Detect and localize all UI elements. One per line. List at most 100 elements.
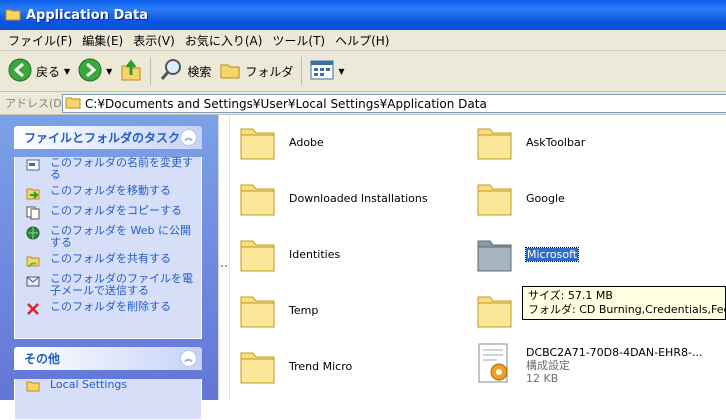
move-icon xyxy=(26,186,40,203)
up-folder-icon xyxy=(120,58,142,85)
task-label: このフォルダを削除する xyxy=(50,300,171,313)
task-label: このフォルダを共有する xyxy=(50,252,171,265)
forward-button[interactable]: ▼ xyxy=(78,55,112,87)
share-icon xyxy=(26,254,40,271)
views-button[interactable]: ▼ xyxy=(310,55,345,87)
search-icon xyxy=(159,58,183,85)
folder-icon xyxy=(477,121,513,164)
folder-name: Adobe xyxy=(289,136,324,149)
tasks-panel-header[interactable]: ファイルとフォルダのタスク ︽ xyxy=(14,126,202,149)
folder-item-adobe[interactable]: Adobe xyxy=(240,121,324,164)
task-rename[interactable]: このフォルダの名前を変更する xyxy=(15,157,201,181)
back-button[interactable]: 戻る ▼ xyxy=(8,55,70,87)
up-folder-button[interactable] xyxy=(120,55,142,87)
task-publish-web[interactable]: このフォルダを Web に公開する xyxy=(15,225,201,249)
address-input[interactable]: C:¥Documents and Settings¥User¥Local Set… xyxy=(62,94,726,113)
menu-file[interactable]: ファイル(F) xyxy=(8,32,72,49)
views-dropdown-icon[interactable]: ▼ xyxy=(338,67,344,76)
folder-name: Temp xyxy=(289,304,319,317)
folder-name: Identities xyxy=(289,248,341,261)
back-label: 戻る xyxy=(36,64,61,79)
tasks-panel-title: ファイルとフォルダのタスク xyxy=(24,131,181,145)
config-file-info: DCBC2A71-70D8-4DAN-EHR8-... 構成設定 12 KB xyxy=(526,346,702,385)
search-label: 検索 xyxy=(187,64,212,79)
address-bar: アドレス(D) C:¥Documents and Settings¥User¥L… xyxy=(0,92,726,115)
folder-item-microsoft[interactable]: Microsoft xyxy=(477,233,580,276)
task-label: このフォルダをコピーする xyxy=(50,204,182,217)
folder-icon xyxy=(26,380,40,395)
menu-bar: ファイル(F) 編集(E) 表示(V) お気に入り(A) ツール(T) ヘルプ(… xyxy=(0,30,726,51)
toolbar-separator xyxy=(150,57,152,85)
toolbar: 戻る ▼ ▼ 検索 フォルダ ▼ xyxy=(0,51,726,92)
config-file-gear-icon xyxy=(477,342,513,389)
menu-tools[interactable]: ツール(T) xyxy=(272,32,325,49)
toolbar-separator xyxy=(301,57,303,85)
folder-item-asktoolbar[interactable]: AskToolbar xyxy=(477,121,585,164)
file-item-config[interactable]: DCBC2A71-70D8-4DAN-EHR8-... 構成設定 12 KB xyxy=(477,342,702,389)
folder-name: Downloaded Installations xyxy=(289,192,428,205)
other-panel-title: その他 xyxy=(24,352,61,366)
address-value: C:¥Documents and Settings¥User¥Local Set… xyxy=(85,96,487,111)
folder-item-downloaded[interactable]: Downloaded Installations xyxy=(240,177,428,220)
folder-icon xyxy=(240,233,276,276)
folders-icon xyxy=(219,60,241,83)
menu-help[interactable]: ヘルプ(H) xyxy=(335,32,389,49)
splitter-grip xyxy=(221,265,227,275)
file-folder-tasks-panel: ファイルとフォルダのタスク ︽ このフォルダの名前を変更する このフォルダを移動… xyxy=(14,126,202,339)
collapse-chevron-icon[interactable]: ︽ xyxy=(180,350,197,367)
pane-splitter[interactable] xyxy=(218,115,230,400)
views-icon xyxy=(310,60,334,83)
back-dropdown-icon[interactable]: ▼ xyxy=(64,67,70,76)
folder-item-temp[interactable]: Temp xyxy=(240,289,318,332)
folder-tooltip: サイズ: 57.1 MB フォルダ: CD Burning,Credential… xyxy=(522,286,726,320)
other-local-settings[interactable]: Local Settings xyxy=(15,379,201,393)
delete-x-icon xyxy=(26,302,40,319)
email-icon xyxy=(26,274,40,291)
folder-icon xyxy=(477,289,513,332)
folder-name: Google xyxy=(526,192,565,205)
folder-icon xyxy=(5,7,21,24)
other-panel-header[interactable]: その他 ︽ xyxy=(14,347,202,370)
copy-icon xyxy=(26,206,40,223)
menu-favorites[interactable]: お気に入り(A) xyxy=(185,32,263,49)
tooltip-folders: フォルダ: CD Burning,Credentials,Feeds,I xyxy=(528,303,725,316)
file-size: 12 KB xyxy=(526,372,559,385)
folder-icon xyxy=(240,121,276,164)
task-label: このフォルダのファイルを電子メールで送信する xyxy=(50,272,193,297)
file-type: 構成設定 xyxy=(526,359,570,372)
menu-view[interactable]: 表示(V) xyxy=(133,32,175,49)
address-label: アドレス(D) xyxy=(5,97,67,110)
menu-edit[interactable]: 編集(E) xyxy=(82,32,123,49)
folders-label: フォルダ xyxy=(245,64,294,79)
title-bar: Application Data xyxy=(0,0,726,30)
folder-selected-icon xyxy=(477,233,513,276)
folder-item-identities[interactable]: Identities xyxy=(240,233,340,276)
task-copy[interactable]: このフォルダをコピーする xyxy=(15,204,201,220)
forward-dropdown-icon[interactable]: ▼ xyxy=(106,67,112,76)
folder-item-google[interactable]: Google xyxy=(477,177,565,220)
task-label: このフォルダを移動する xyxy=(50,184,171,197)
folder-icon xyxy=(240,289,276,332)
address-folder-icon xyxy=(65,95,81,112)
task-move[interactable]: このフォルダを移動する xyxy=(15,184,201,200)
window-title: Application Data xyxy=(26,7,148,23)
task-delete[interactable]: このフォルダを削除する xyxy=(15,301,201,315)
collapse-chevron-icon[interactable]: ︽ xyxy=(180,129,197,146)
search-button[interactable]: 検索 xyxy=(159,55,211,87)
folder-icon xyxy=(240,177,276,220)
folder-name: AskToolbar xyxy=(526,136,586,149)
back-arrow-icon xyxy=(8,58,32,85)
folder-item-trendmicro[interactable]: Trend Micro xyxy=(240,345,352,388)
task-share[interactable]: このフォルダを共有する xyxy=(15,252,201,268)
tasks-panel-body: このフォルダの名前を変更する このフォルダを移動する このフォルダをコピーする … xyxy=(14,157,202,339)
forward-arrow-icon xyxy=(78,58,102,85)
task-email[interactable]: このフォルダのファイルを電子メールで送信する xyxy=(15,273,201,297)
folder-name: Trend Micro xyxy=(289,360,353,373)
folder-item-hidden[interactable] xyxy=(477,289,513,332)
folder-name-selected: Microsoft xyxy=(524,247,580,262)
file-name: DCBC2A71-70D8-4DAN-EHR8-... xyxy=(526,346,703,359)
other-places-panel: その他 ︽ Local Settings xyxy=(14,347,202,420)
folders-button[interactable]: フォルダ xyxy=(219,55,293,87)
tooltip-size: サイズ: 57.1 MB xyxy=(528,289,613,302)
folder-icon xyxy=(240,345,276,388)
